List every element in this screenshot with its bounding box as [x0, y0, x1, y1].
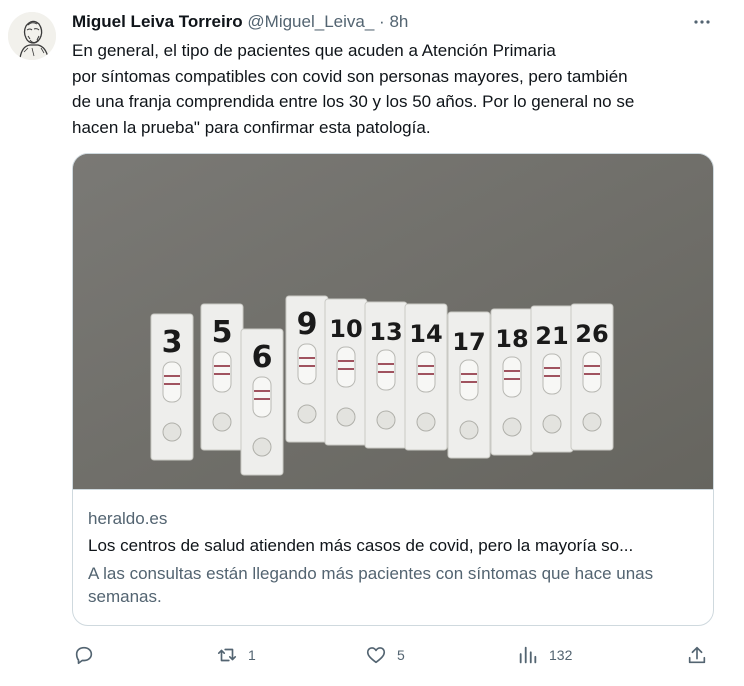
test-cassette: 10 — [324, 298, 368, 446]
cassette-number: 14 — [409, 320, 442, 348]
action-bar: 1 5 132 — [0, 638, 744, 672]
retweet-count: 1 — [248, 647, 256, 663]
reply-icon — [75, 646, 93, 665]
test-cassette: 26 — [570, 303, 614, 451]
cassette-number: 13 — [369, 318, 402, 346]
card-title: Los centros de salud atienden más casos … — [88, 536, 634, 555]
test-cassette: 18 — [490, 308, 534, 456]
tweet-text-line: hacen la prueba" para confirmar esta pat… — [72, 117, 431, 137]
share-button[interactable] — [686, 638, 708, 672]
like-count: 5 — [397, 647, 405, 663]
tweet-header: Miguel Leiva Torreiro @Miguel_Leiva_ · 8… — [72, 10, 408, 34]
more-icon — [694, 20, 710, 24]
like-button[interactable]: 5 — [365, 638, 405, 672]
tweet-text-line: de una franja comprendida entre los 30 y… — [72, 92, 635, 111]
retweet-button[interactable]: 1 — [216, 638, 256, 672]
card-domain: heraldo.es — [88, 509, 168, 528]
cassette-number: 10 — [329, 315, 362, 343]
avatar[interactable] — [8, 12, 56, 60]
test-cassette: 21 — [530, 305, 574, 453]
test-cassette: 9 — [285, 295, 329, 443]
cassette-number: 18 — [495, 325, 528, 353]
cassette-number: 5 — [212, 315, 233, 350]
card-description: A las consultas están llegando más pacie… — [88, 564, 654, 606]
author-name[interactable]: Miguel Leiva Torreiro — [72, 12, 243, 31]
reply-button[interactable] — [73, 638, 105, 672]
author-handle[interactable]: @Miguel_Leiva_ — [247, 12, 374, 31]
more-options-button[interactable] — [690, 10, 714, 34]
test-cassette: 14 — [404, 303, 448, 451]
tweet-time[interactable]: 8h — [389, 12, 408, 31]
test-cassette: 17 — [447, 311, 491, 459]
tweet-text-line: En general, el tipo de pacientes que acu… — [72, 41, 556, 60]
link-card[interactable]: 3 5 6 9 10 13 14 17 18 21 26 heraldo.es Los centro… — [72, 153, 714, 626]
share-icon — [688, 646, 706, 664]
header-separator: · — [379, 12, 385, 31]
heart-icon — [366, 647, 386, 664]
card-meta[interactable]: heraldo.es Los centros de salud atienden… — [73, 489, 713, 625]
test-cassette: 3 — [150, 313, 194, 461]
views-icon — [519, 646, 537, 664]
covid-tests-photo: 3 569 10 13 14 17 18 21 26 — [73, 154, 713, 489]
views-button[interactable]: 132 — [517, 638, 572, 672]
cassette-number: 9 — [297, 307, 318, 342]
retweet-icon — [217, 648, 237, 662]
test-cassette: 6 — [240, 328, 284, 476]
tweet-text: En general, el tipo de pacientes que acu… — [72, 38, 712, 140]
views-count: 132 — [549, 647, 573, 663]
test-cassette: 13 — [364, 301, 408, 449]
card-image[interactable]: 3 5 6 9 10 13 14 17 18 21 26 — [73, 154, 713, 489]
tweet-text-line: por síntomas compatibles con covid son p… — [72, 66, 628, 86]
cassette-number: 26 — [575, 320, 608, 348]
test-cassette: 5 — [200, 303, 244, 451]
avatar-portrait-icon — [8, 12, 56, 60]
cassette-number: 21 — [535, 322, 568, 350]
cassette-number: 6 — [252, 340, 273, 375]
cassette-number: 3 — [162, 325, 183, 360]
cassette-number: 17 — [452, 328, 485, 356]
